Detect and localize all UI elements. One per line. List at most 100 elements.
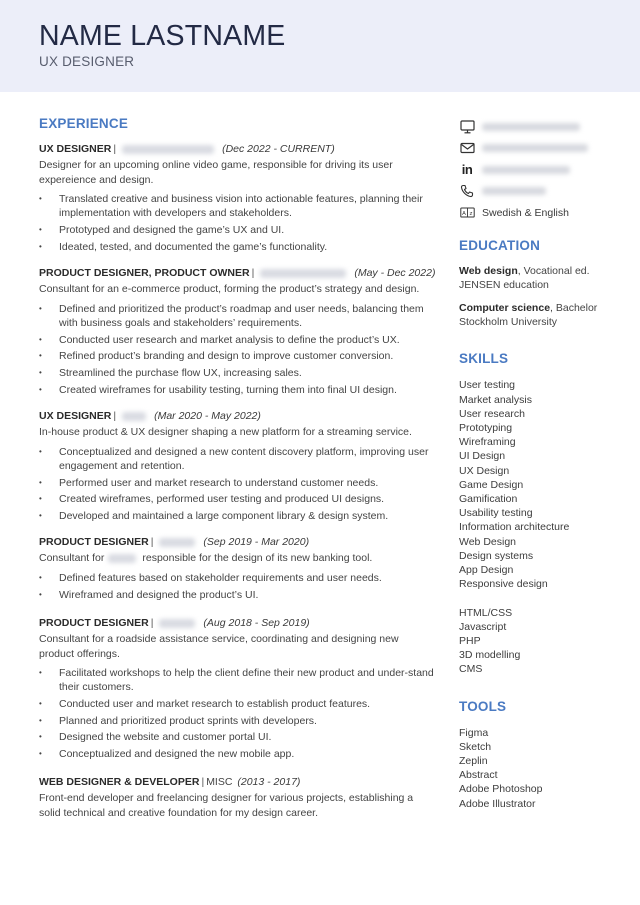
linkedin-icon: in <box>461 162 473 178</box>
bullet-item: Developed and maintained a large compone… <box>39 509 434 524</box>
phone-icon <box>459 184 475 198</box>
bullet-item: Wireframed and designed the product’s UI… <box>39 588 434 603</box>
linkedin-redacted <box>482 165 570 174</box>
job-entry: PRODUCT DESIGNER | (Sep 2019 - Mar 2020) C… <box>39 535 434 602</box>
bullet-item: Ideated, tested, and documented the game… <box>39 240 434 255</box>
job-bullets: Defined features based on stakeholder re… <box>39 571 434 602</box>
tool-item: Adobe Photoshop <box>459 783 543 796</box>
phone-redacted <box>482 187 546 196</box>
bullet-item: Conceptualized and designed a new conten… <box>39 445 434 474</box>
separator: | <box>113 143 117 155</box>
bullet-item: Defined and prioritized the product’s ro… <box>39 302 434 331</box>
education-school: Stockholm University <box>459 316 558 329</box>
job-entry: UX DESIGNER | (Dec 2022 - CURRENT) Designe… <box>39 142 434 254</box>
job-bullets: Conceptualized and designed a new conten… <box>39 445 434 524</box>
company-redacted <box>108 554 137 564</box>
education-degree: , Bachelor <box>550 301 598 314</box>
bullet-item: Planned and prioritized product sprints … <box>39 714 434 729</box>
website-redacted <box>482 122 580 131</box>
contact-email[interactable] <box>459 138 634 160</box>
bullet-item: Prototyped and designed the game’s UX an… <box>39 223 434 238</box>
job-dates: (Mar 2020 - May 2022) <box>154 410 261 423</box>
tools-section: TOOLS Figma Sketch Zeplin Abstract Adobe… <box>459 699 634 811</box>
skill-item: User research <box>459 407 525 420</box>
job-entry: WEB DESIGNER & DEVELOPER | MISC (2013 - 20… <box>39 775 434 820</box>
separator: | <box>251 267 255 280</box>
education-field: Computer science <box>459 301 551 314</box>
job-dates: (Dec 2022 - CURRENT) <box>222 143 335 155</box>
skill-item: PHP <box>459 634 481 647</box>
skill-item: Prototyping <box>459 421 513 434</box>
job-bullets: Facilitated workshops to help the client… <box>39 666 434 762</box>
job-description: Designer for an upcoming online video ga… <box>39 159 393 186</box>
skill-item: Javascript <box>459 620 507 633</box>
sidebar: in Az Swedish & English EDUCATION Web de… <box>459 116 634 811</box>
contact-languages: Az Swedish & English <box>459 202 634 224</box>
tool-item: Sketch <box>459 740 492 753</box>
education-section: EDUCATION Web design, Vocational ed. JEN… <box>459 238 634 330</box>
description-prefix: Consultant for <box>39 552 105 565</box>
job-entry: PRODUCT DESIGNER, PRODUCT OWNER | (May - D… <box>39 266 435 398</box>
company-redacted <box>159 618 196 628</box>
job-title: UX DESIGNER <box>39 143 112 155</box>
skill-item: Usability testing <box>459 507 533 520</box>
job-entry: UX DESIGNER | (Mar 2020 - May 2022) In-hou… <box>39 409 434 524</box>
candidate-role: UX DESIGNER <box>39 54 135 69</box>
education-degree: , Vocational ed. <box>517 264 590 277</box>
bullet-item: Performed user and market research to un… <box>39 476 434 491</box>
bullet-item: Conducted user research and market analy… <box>39 333 434 348</box>
skill-item: 3D modelling <box>459 649 521 662</box>
skills-section: SKILLS User testing Market analysis User… <box>459 351 634 676</box>
job-bullets: Defined and prioritized the product’s ro… <box>39 302 434 398</box>
job-title: PRODUCT DESIGNER, PRODUCT OWNER <box>39 267 250 280</box>
monitor-icon <box>459 120 475 134</box>
bullet-item: Refined product’s branding and design to… <box>39 349 434 364</box>
candidate-name: NAME LASTNAME <box>39 20 286 52</box>
job-description: Front-end developer and freelancing desi… <box>39 792 414 820</box>
main-column: EXPERIENCE UX DESIGNER | (Dec 2022 - CURRE… <box>39 116 435 821</box>
company-redacted <box>159 538 196 548</box>
skill-item: Information architecture <box>459 521 570 534</box>
separator: | <box>113 410 117 423</box>
skill-item: HTML/CSS <box>459 606 513 619</box>
language-icon: Az <box>459 206 475 220</box>
company-redacted <box>260 268 347 278</box>
bullet-item: Streamlined the purchase flow UX, increa… <box>39 366 434 381</box>
skills-spacer <box>459 591 634 605</box>
job-bullets: Translated creative and business vision … <box>39 192 434 254</box>
contact-linkedin[interactable]: in <box>459 159 634 181</box>
skills-heading: SKILLS <box>459 351 509 367</box>
job-entry: PRODUCT DESIGNER | (Aug 2018 - Sep 2019) C… <box>39 616 434 762</box>
bullet-item: Translated creative and business vision … <box>39 192 434 221</box>
job-header: PRODUCT DESIGNER | (Sep 2019 - Mar 2020) <box>39 535 434 550</box>
job-description: Consultant for responsible for the design… <box>39 551 434 566</box>
separator: | <box>201 776 205 789</box>
resume-header: NAME LASTNAME UX DESIGNER <box>0 0 640 92</box>
description-suffix: responsible for the design of its new ba… <box>142 552 373 565</box>
tool-item: Zeplin <box>459 754 488 767</box>
contact-phone[interactable] <box>459 181 634 203</box>
education-item: Web design, Vocational ed. JENSEN educat… <box>459 264 634 292</box>
education-item: Computer science, Bachelor Stockholm Uni… <box>459 301 634 329</box>
job-header: UX DESIGNER | (Dec 2022 - CURRENT) <box>39 142 434 157</box>
skill-item: Wireframing <box>459 436 516 449</box>
bullet-item: Conducted user and market research to es… <box>39 697 434 712</box>
skill-item: Market analysis <box>459 393 532 406</box>
skill-item: Design systems <box>459 549 534 562</box>
job-company: MISC <box>206 776 233 789</box>
job-title: PRODUCT DESIGNER <box>39 616 149 629</box>
bullet-item: Created wireframes for usability testing… <box>39 383 434 398</box>
education-field: Web design <box>459 264 518 277</box>
contact-website[interactable] <box>459 116 634 138</box>
skill-item: UX Design <box>459 464 510 477</box>
skill-item: UI Design <box>459 450 506 463</box>
job-dates: (2013 - 2017) <box>237 776 301 789</box>
tool-item: Adobe Illustrator <box>459 797 536 810</box>
education-heading: EDUCATION <box>459 237 541 253</box>
job-description: In-house product & UX designer shaping a… <box>39 426 412 439</box>
job-title: PRODUCT DESIGNER <box>39 536 149 549</box>
separator: | <box>150 616 154 629</box>
skill-item: Game Design <box>459 478 524 491</box>
job-title: WEB DESIGNER & DEVELOPER <box>39 776 200 789</box>
skill-item: User testing <box>459 379 516 392</box>
